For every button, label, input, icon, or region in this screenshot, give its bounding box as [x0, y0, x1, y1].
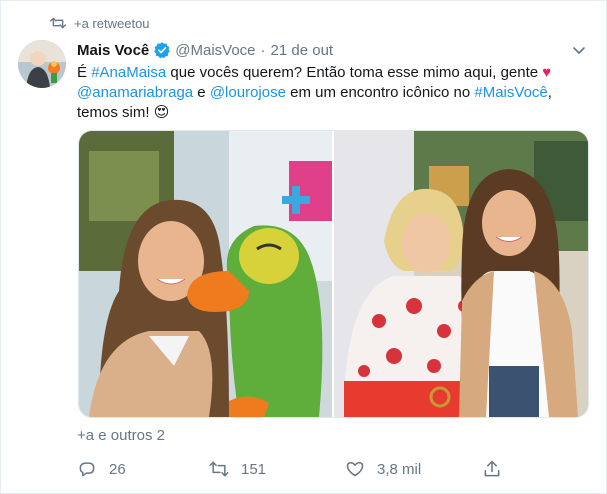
- tweet-text: É #AnaMaisa que vocês querem? Então toma…: [77, 63, 577, 123]
- hashtag-link[interactable]: #AnaMaisa: [91, 64, 166, 81]
- retweet-icon: [209, 461, 229, 477]
- text-segment: ,: [547, 84, 552, 101]
- text-segment: temos sim!: [77, 104, 154, 121]
- reply-button[interactable]: 26: [77, 458, 126, 480]
- verified-badge-icon: [154, 42, 171, 59]
- mention-link[interactable]: @anamariabraga: [77, 84, 193, 101]
- heart-emoji: ♥: [542, 64, 552, 81]
- retweet-icon: [50, 17, 66, 29]
- header-separator: ·: [260, 41, 266, 59]
- avatar-image: [18, 40, 66, 88]
- retweet-count: 151: [241, 460, 267, 478]
- text-segment: em um encontro icônico no: [285, 84, 475, 101]
- reply-count: 26: [109, 460, 126, 478]
- like-count: 3,8 mil: [377, 460, 422, 478]
- hashtag-link[interactable]: #MaisVocê: [474, 84, 547, 101]
- retweet-context[interactable]: +a retweetou: [50, 14, 150, 32]
- share-icon: [484, 460, 500, 477]
- tweet-header: Mais Você @MaisVoce · 21 de out: [77, 40, 587, 60]
- photo-two-women: [334, 131, 588, 417]
- retweet-button[interactable]: 151: [209, 458, 266, 480]
- mention-link[interactable]: @lourojose: [210, 84, 286, 101]
- avatar[interactable]: [18, 40, 66, 88]
- text-segment: que vocês querem? Então toma esse mimo a…: [166, 64, 543, 81]
- chevron-down-icon[interactable]: [571, 42, 587, 58]
- like-button[interactable]: 3,8 mil: [345, 458, 421, 480]
- text-segment: É: [77, 64, 92, 81]
- photo-right[interactable]: [334, 131, 588, 417]
- reply-icon: [79, 462, 95, 477]
- retweet-label: +a retweetou: [74, 15, 150, 31]
- heart-eyes-emoji: 😍: [153, 104, 170, 121]
- author-name[interactable]: Mais Você: [77, 42, 149, 59]
- photo-left[interactable]: [79, 131, 332, 417]
- photo-parrot-and-woman: [79, 131, 332, 417]
- heart-icon: [346, 462, 364, 477]
- tweet-media[interactable]: [78, 130, 589, 418]
- text-segment: e: [193, 84, 210, 101]
- tagged-users[interactable]: +a e outros 2: [77, 427, 165, 444]
- author-handle[interactable]: @MaisVoce: [175, 42, 255, 59]
- share-button[interactable]: [482, 458, 514, 480]
- tweet-actions: 26 151 3,8 mil: [77, 458, 517, 480]
- tweet-date[interactable]: 21 de out: [271, 42, 334, 59]
